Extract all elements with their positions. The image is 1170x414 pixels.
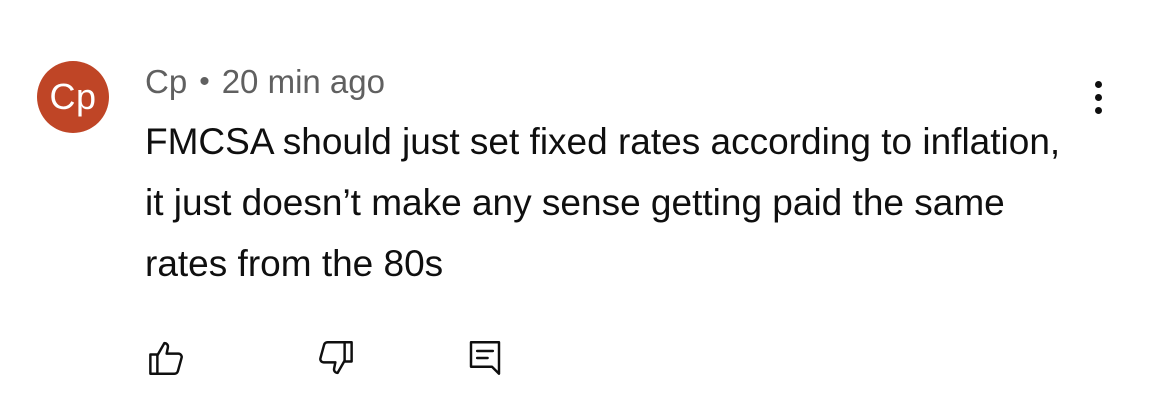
more-vertical-icon (1094, 106, 1102, 114)
thumbs-up-icon (149, 341, 183, 375)
comment-text: FMCSA should just set fixed rates accord… (145, 121, 1061, 284)
like-button[interactable] (143, 334, 191, 382)
more-vertical-icon (1094, 80, 1102, 88)
meta-separator: • (199, 65, 210, 98)
author-name[interactable]: Cp (145, 63, 187, 101)
more-vertical-icon (1094, 93, 1102, 101)
more-options-button[interactable] (1080, 72, 1116, 122)
comment-timestamp: 20 min ago (221, 63, 385, 100)
reply-button[interactable] (461, 334, 509, 382)
reply-comment-icon (469, 341, 501, 375)
dislike-button[interactable] (311, 334, 359, 382)
avatar-initials: Cp (49, 76, 97, 117)
avatar[interactable]: Cp (37, 61, 109, 133)
thumbs-down-icon (319, 341, 353, 375)
comment-item: Cp Cp • 20 min ago FMCSA should just set… (0, 0, 1170, 414)
comment-meta: Cp • 20 min ago (145, 60, 385, 104)
